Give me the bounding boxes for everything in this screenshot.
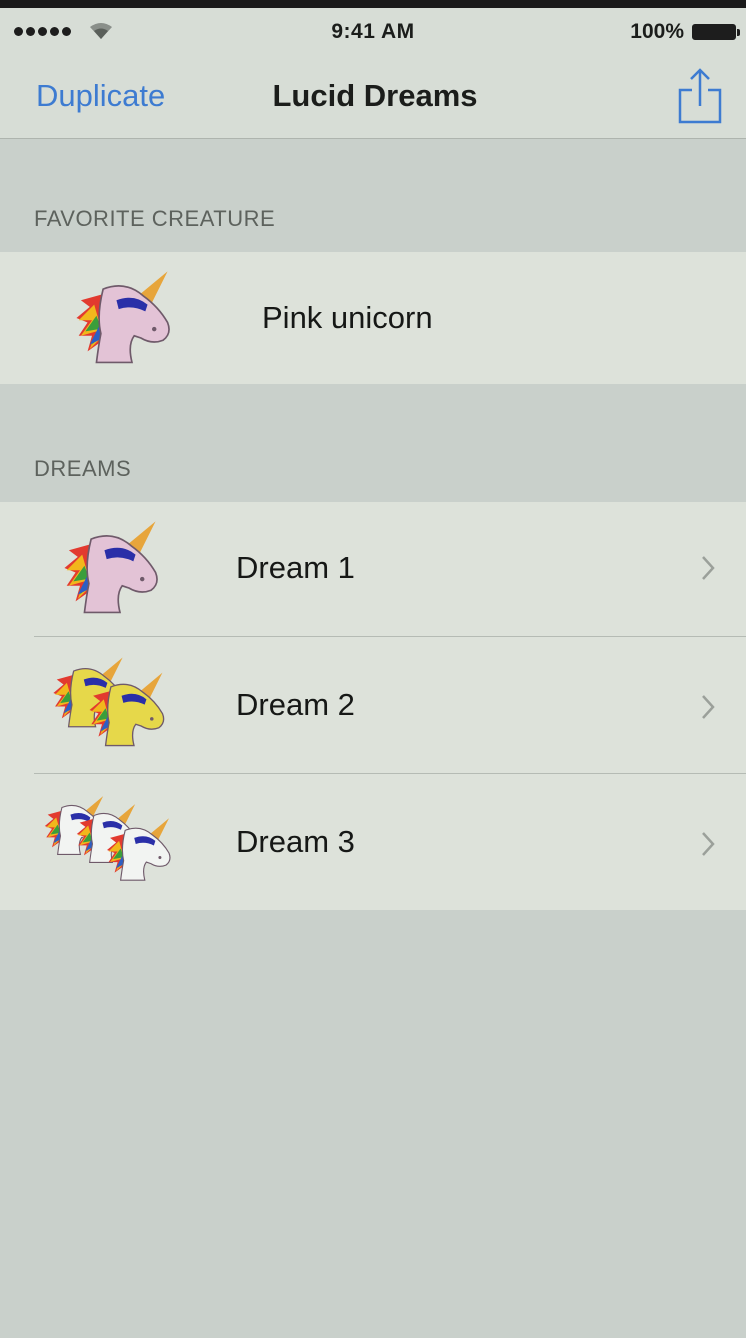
battery-percent: 100% (630, 20, 684, 43)
status-bar: 9:41 AM 100% (0, 8, 746, 58)
favorite-creature-row[interactable]: Pink unicorn (0, 252, 746, 384)
chevron-right-icon (702, 556, 715, 580)
list-item-dream-2[interactable]: Dream 2 (0, 637, 746, 773)
dream-label: Dream 3 (236, 824, 355, 859)
favorite-creature-label: Pink unicorn (262, 300, 433, 335)
share-icon[interactable] (674, 66, 726, 128)
list-item-dream-1[interactable]: Dream 1 (0, 502, 746, 636)
chevron-right-icon (702, 832, 715, 856)
dream-label: Dream 1 (236, 550, 355, 585)
battery-icon (692, 24, 740, 40)
section-header-dreams: DREAMS (34, 456, 132, 481)
pink-unicorn-icon (63, 520, 158, 614)
pink-unicorn-icon (75, 270, 170, 364)
dreams-list: Dream 1 Dream 2 Dream 3 (0, 502, 746, 910)
section-header-favorite: FAVORITE CREATURE (34, 206, 276, 231)
yellow-unicorn-icon (88, 672, 165, 747)
page-title: Lucid Dreams (272, 78, 478, 113)
chevron-right-icon (702, 695, 715, 719)
top-edge (0, 0, 746, 8)
dream-label: Dream 2 (236, 687, 355, 722)
list-item-dream-3[interactable]: Dream 3 (0, 774, 746, 910)
navigation-bar: Duplicate Lucid Dreams (0, 58, 746, 139)
white-unicorn-icon (106, 817, 171, 881)
